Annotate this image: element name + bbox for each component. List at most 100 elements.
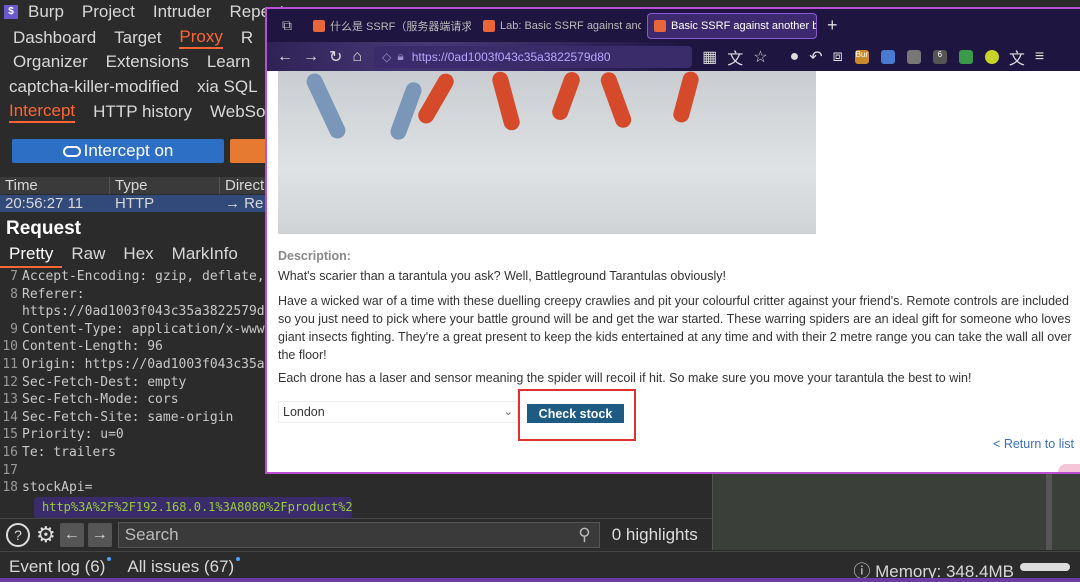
- line-number: 7: [10, 269, 18, 284]
- portswigger-favicon-icon: [654, 19, 666, 32]
- folder-icon[interactable]: [906, 49, 921, 64]
- star-icon[interactable]: ☆: [753, 47, 767, 67]
- shield-icon: ◇: [382, 49, 392, 64]
- all-issues-link[interactable]: All issues (67): [127, 557, 241, 577]
- tab-raw[interactable]: Raw: [62, 244, 114, 268]
- tab-intercept[interactable]: Intercept: [9, 101, 76, 123]
- browser-tab[interactable]: 什么是 SSRF（服务器端请求伪✕: [307, 13, 471, 39]
- code-line: Te: trailers: [22, 444, 116, 460]
- scrollbar[interactable]: [1046, 470, 1052, 550]
- notification-dot: [236, 557, 241, 561]
- cell-direction: → Re: [225, 195, 264, 212]
- menu-intruder[interactable]: Intruder: [153, 2, 212, 22]
- help-icon[interactable]: ?: [6, 522, 30, 547]
- col-type[interactable]: Type: [110, 177, 220, 194]
- code-line: Content-Type: application/x-www-: [22, 321, 273, 337]
- description-paragraph: What's scarier than a tarantula you ask?…: [278, 269, 726, 283]
- back-icon[interactable]: ←: [277, 48, 293, 66]
- col-time[interactable]: Time: [0, 177, 110, 194]
- translate-icon[interactable]: 文: [727, 45, 743, 69]
- cell-type: HTTP: [115, 195, 155, 212]
- tab-proxy[interactable]: Proxy: [179, 27, 223, 49]
- tab-r[interactable]: R: [241, 28, 253, 48]
- back-arrow-icon[interactable]: ←: [59, 522, 84, 547]
- forward-button[interactable]: [230, 139, 270, 163]
- tab-http-history[interactable]: HTTP history: [93, 102, 192, 122]
- store-selected-value: London: [283, 405, 325, 419]
- burp-extension-icon[interactable]: Bur: [854, 49, 869, 64]
- browser-nav-bar: ← → ↻ ⌂ ◇ 🔒︎ https://0ad1003f043c35a3822…: [267, 42, 1080, 71]
- reload-icon[interactable]: ↻: [329, 47, 342, 67]
- search-icon[interactable]: ⚲: [578, 525, 590, 545]
- request-title: Request: [6, 218, 81, 239]
- new-tab-icon[interactable]: +: [827, 15, 838, 36]
- tab-extensions[interactable]: Extensions: [106, 52, 189, 72]
- return-to-list-link[interactable]: < Return to list: [993, 437, 1074, 451]
- tab-hex[interactable]: Hex: [114, 244, 162, 268]
- browser-tab-active[interactable]: Basic SSRF against another b✕: [647, 12, 817, 39]
- description-heading: Description:: [278, 249, 351, 263]
- tab-xia-sql[interactable]: xia SQL: [197, 77, 257, 97]
- code-line: Content-Length: 96: [22, 339, 163, 355]
- browser-tab[interactable]: Lab: Basic SSRF against anot✕: [477, 13, 641, 39]
- menu-burp[interactable]: Burp: [28, 2, 64, 22]
- search-input[interactable]: Search ⚲: [117, 521, 600, 548]
- code-line: Accept-Encoding: gzip, deflate,: [22, 269, 265, 284]
- request-view-tabs: Pretty Raw Hex MarkInfo: [0, 244, 247, 268]
- tab-dashboard[interactable]: Dashboard: [13, 28, 96, 48]
- description-paragraph: Each drone has a laser and sensor meanin…: [278, 371, 972, 385]
- cell-time: 20:56:27 11: [5, 195, 84, 212]
- tab-target[interactable]: Target: [114, 28, 161, 48]
- green-circle-icon[interactable]: [984, 49, 999, 64]
- burp-ext-label: Bur: [855, 49, 869, 59]
- editor-footer: ? ⚙ ← → Search ⚲ 0 highlights: [0, 518, 712, 550]
- save-icon[interactable]: [880, 49, 895, 64]
- menu-project[interactable]: Project: [82, 2, 135, 22]
- record-icon[interactable]: ●: [790, 48, 800, 66]
- tab-captcha-killer[interactable]: captcha-killer-modified: [9, 77, 179, 97]
- tab-organizer[interactable]: Organizer: [13, 52, 88, 72]
- home-icon[interactable]: ⌂: [352, 48, 362, 66]
- product-image: [278, 69, 816, 234]
- tab-label: Basic SSRF against another b: [671, 19, 817, 32]
- tab-pretty[interactable]: Pretty: [0, 244, 63, 268]
- col-direction[interactable]: Direct: [220, 177, 270, 194]
- tab-markinfo[interactable]: MarkInfo: [163, 244, 247, 268]
- menu-icon[interactable]: ≡: [1035, 48, 1044, 66]
- wechat-icon[interactable]: [958, 49, 973, 64]
- code-line: Sec-Fetch-Site: same-origin: [22, 409, 234, 425]
- code-line: Sec-Fetch-Dest: empty: [22, 374, 187, 390]
- code-line: Origin: https://0ad1003f043c35a3: [22, 356, 273, 372]
- extensions-icon[interactable]: ⧈: [833, 48, 843, 66]
- intercept-table-header: Time Type Direct: [0, 177, 270, 194]
- qr-icon[interactable]: ▦: [702, 47, 717, 67]
- tab-learn[interactable]: Learn: [207, 52, 250, 72]
- gear-icon[interactable]: ⚙: [36, 522, 56, 548]
- undo-icon[interactable]: ↶: [809, 47, 822, 67]
- chevron-down-icon: ⌄: [503, 406, 513, 418]
- translate-ext-icon[interactable]: 文: [1009, 45, 1025, 69]
- tab-label: Lab: Basic SSRF against anot: [500, 19, 641, 32]
- line-number: 11: [2, 356, 18, 372]
- badge-count: 6: [937, 49, 943, 59]
- tab-sidebar-icon[interactable]: ⧉: [273, 13, 301, 39]
- floating-widget[interactable]: [1058, 464, 1080, 472]
- forward-arrow-icon[interactable]: →: [87, 522, 112, 547]
- check-stock-button[interactable]: Check stock: [527, 404, 624, 423]
- line-number: 10: [2, 339, 18, 355]
- portswigger-favicon-icon: [483, 19, 495, 32]
- table-row[interactable]: 20:56:27 11 HTTP → Re: [0, 195, 270, 212]
- inspector-panel: [712, 470, 1080, 550]
- tab-label: 什么是 SSRF（服务器端请求伪: [330, 20, 471, 33]
- line-number: [0, 303, 18, 321]
- store-select[interactable]: London ⌄: [278, 401, 518, 423]
- url-text: https://0ad1003f043c35a3822579d80: [411, 49, 611, 64]
- mail-icon[interactable]: 6: [932, 49, 947, 64]
- forward-icon[interactable]: →: [303, 48, 319, 66]
- address-bar[interactable]: ◇ 🔒︎ https://0ad1003f043c35a3822579d80: [374, 45, 693, 68]
- notification-dot: [107, 557, 112, 561]
- code-line: Referer:: [22, 286, 85, 302]
- all-issues-label: All issues (67): [127, 557, 235, 576]
- event-log-link[interactable]: Event log (6): [9, 557, 112, 577]
- intercept-toggle-button[interactable]: Intercept on: [12, 139, 224, 163]
